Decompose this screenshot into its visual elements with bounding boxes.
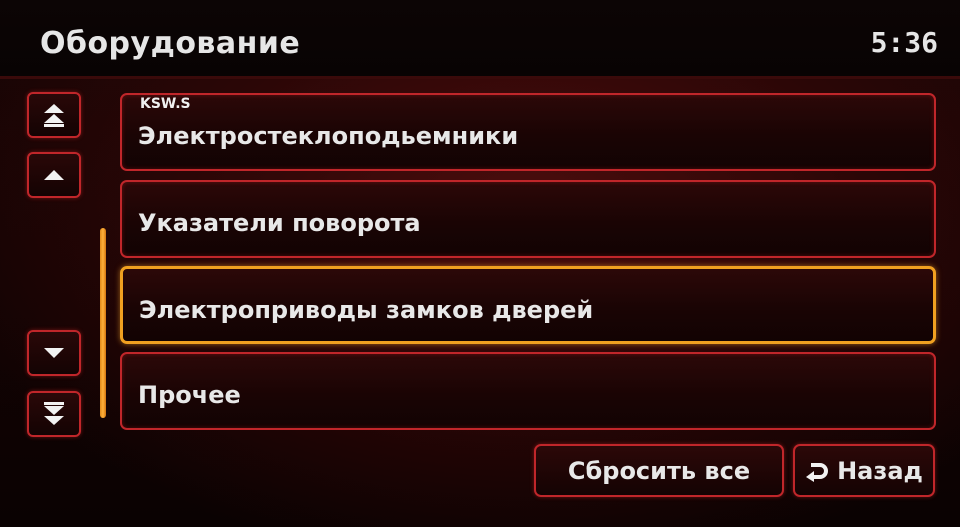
menu-item-label: Прочее [138,381,241,409]
back-button[interactable]: Назад [793,444,935,497]
menu-item-label: Электростеклоподьемники [138,122,519,150]
header-bar: Оборудование 5:36 [0,0,960,79]
double-chevron-up-icon [44,104,64,127]
scroll-to-bottom-button[interactable] [27,391,81,437]
clock: 5:36 [870,26,938,59]
menu-item-power-windows[interactable]: Электростеклоподьемники [120,93,936,171]
menu-item-turn-signals[interactable]: Указатели поворота [120,180,936,258]
reset-all-label: Сбросить все [567,456,751,485]
chevron-down-icon [44,348,64,358]
menu-item-label: Указатели поворота [138,209,421,237]
scroll-to-top-button[interactable] [27,92,81,138]
menu-item-door-locks[interactable]: Электроприводы замков дверей [120,266,936,344]
watermark: KSW.S [140,96,191,112]
chevron-up-icon [44,170,64,180]
equipment-menu-screen: Оборудование 5:36 Электростеклоподьемник… [0,0,960,527]
double-chevron-down-icon [44,402,64,425]
scroll-up-button[interactable] [27,152,81,198]
return-arrow-icon [806,462,829,482]
back-label: Назад [837,456,923,485]
menu-item-label: Электроприводы замков дверей [139,296,594,324]
scrollbar[interactable] [100,228,106,418]
scroll-down-button[interactable] [27,330,81,376]
reset-all-button[interactable]: Сбросить все [534,444,784,497]
menu-item-other[interactable]: Прочее [120,352,936,430]
page-title: Оборудование [40,26,301,61]
